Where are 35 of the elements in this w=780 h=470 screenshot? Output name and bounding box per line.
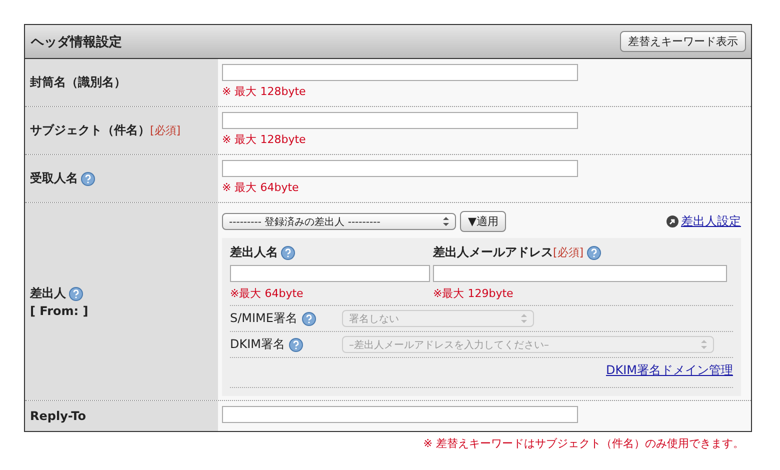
hint-text: ※ 最大 128byte (222, 84, 307, 99)
text-field[interactable] (222, 64, 578, 81)
hint-text: ※最大 64byte (230, 286, 304, 301)
apply-button[interactable]: ▼適用 (460, 211, 506, 232)
help-icon[interactable] (69, 286, 83, 300)
field-label: 差出人名 (230, 244, 278, 261)
text-field[interactable] (230, 265, 430, 282)
field-label: DKIM署名 (230, 336, 286, 353)
text-field[interactable] (222, 112, 578, 129)
field-label: サブジェクト（件名）[必須] (30, 122, 181, 139)
hint-text: ※最大 129byte (433, 286, 514, 301)
field-sublabel: [ From: ] (30, 304, 90, 318)
help-icon[interactable] (281, 246, 295, 260)
hint-text: ※ 最大 64byte (222, 180, 300, 195)
text-field[interactable] (433, 265, 727, 282)
help-icon[interactable] (586, 246, 601, 260)
field-label: 差出人 (30, 285, 66, 302)
note-text: ※ 差替えキーワードはサブジェクト（件名）のみ使用できます。 (422, 436, 745, 451)
text-field[interactable] (222, 160, 578, 177)
text-field[interactable] (222, 406, 578, 423)
field-label: 封筒名（識別名） (30, 74, 126, 91)
up-down-arrow-icon (701, 340, 707, 349)
field-label: 差出人メールアドレス[必須] (433, 244, 584, 261)
up-down-arrow-icon (521, 314, 527, 323)
help-icon[interactable] (81, 172, 95, 186)
dkim-domain-link[interactable]: DKIM署名ドメイン管理 (606, 362, 733, 379)
hint-text: ※ 最大 128byte (222, 132, 307, 147)
dropdown[interactable]: --------- 登録済みの差出人 --------- (222, 213, 456, 230)
keyword-button[interactable]: 差替えキーワード表示 (620, 31, 746, 52)
field-label: 受取人名 (30, 170, 78, 187)
panel-title: ヘッダ情報設定 (31, 34, 122, 50)
sender-settings-link[interactable]: 差出人設定 (681, 213, 741, 230)
field-label: Reply-To (30, 409, 86, 423)
field-label: S/MIME署名 (230, 310, 298, 327)
up-down-arrow-icon (443, 217, 449, 226)
